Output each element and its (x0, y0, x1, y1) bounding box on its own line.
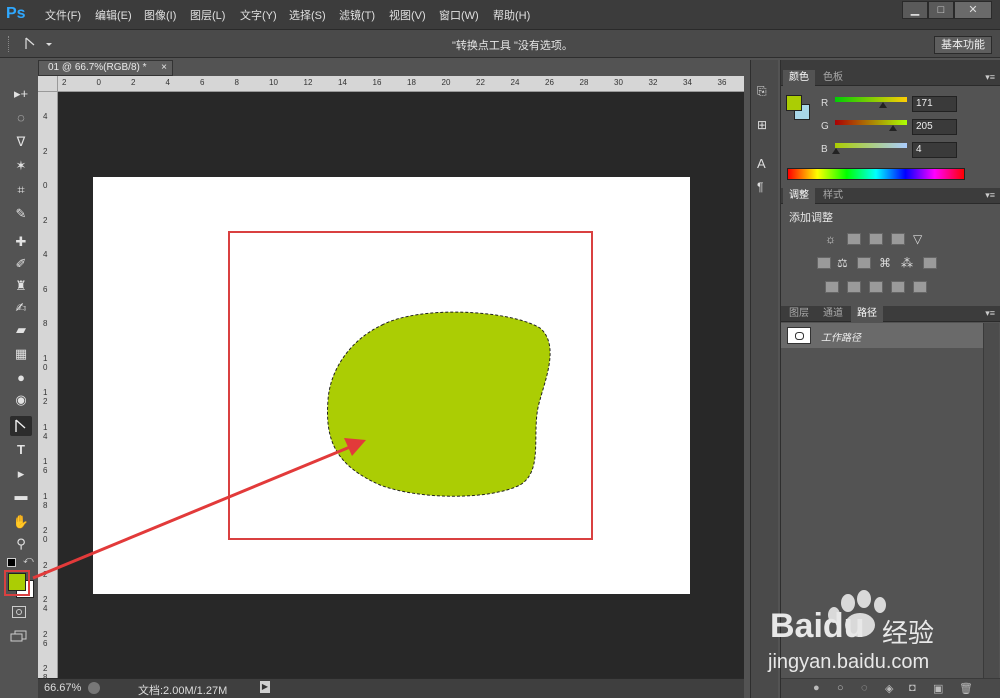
b-label: B (821, 144, 828, 155)
new-path-icon[interactable]: ▣ (933, 682, 943, 695)
tab-layers[interactable]: 图层 (783, 306, 815, 322)
b-slider[interactable] (832, 143, 907, 154)
zoom-level[interactable]: 66.67% (44, 682, 81, 694)
gradient-map-icon[interactable] (913, 281, 927, 293)
curves-icon[interactable] (869, 233, 883, 245)
document-size: 文档:2.00M/1.27M (138, 685, 228, 697)
r-slider-thumb[interactable] (879, 102, 888, 108)
g-slider-thumb[interactable] (888, 125, 897, 131)
tab-channels[interactable]: 通道 (817, 306, 849, 322)
levels-icon[interactable] (847, 233, 861, 245)
adjust-panel-tabs: 调整 样式 ▾≡ (781, 188, 1000, 204)
posterize-icon[interactable] (847, 281, 861, 293)
color-balance-icon[interactable]: ⚖ (837, 257, 851, 269)
layers-panel-tabs: 图层 通道 路径 ▾≡ (781, 306, 1000, 322)
tab-paths[interactable]: 路径 (851, 306, 883, 322)
add-mask-icon[interactable]: ◘ (909, 682, 916, 694)
b-slider-thumb[interactable] (832, 148, 841, 154)
adjust-panel-title: 添加调整 (789, 212, 833, 224)
g-label: G (821, 121, 829, 132)
panels-header (781, 60, 1000, 70)
delete-path-icon[interactable]: 🗑 (959, 682, 973, 695)
g-value[interactable]: 205 (912, 119, 957, 135)
status-icon (88, 682, 100, 694)
color-spectrum[interactable] (787, 168, 965, 180)
foreground-color-swatch-panel[interactable] (786, 95, 802, 111)
green-shape (327, 311, 551, 497)
selective-color-icon[interactable] (891, 281, 905, 293)
tab-swatches[interactable]: 色板 (817, 70, 849, 86)
path-name: 工作路径 (821, 333, 861, 344)
brightness-icon[interactable]: ☼ (825, 233, 839, 245)
color-panel-tabs: 颜色 色板 ▾≡ (781, 70, 1000, 86)
stroke-path-icon[interactable]: ○ (837, 682, 844, 694)
annotation-arrow (32, 445, 351, 580)
b-value[interactable]: 4 (912, 142, 957, 158)
r-label: R (821, 98, 829, 109)
character-panel-icon[interactable]: A (757, 156, 766, 171)
paths-panel-footer: ● ○ ◌ ◈ ◘ ▣ 🗑 (781, 678, 1000, 698)
threshold-icon[interactable] (869, 281, 883, 293)
watermark-brand: Baidu (770, 607, 865, 645)
invert-icon[interactable] (825, 281, 839, 293)
r-slider[interactable] (835, 97, 907, 108)
load-selection-icon[interactable]: ◌ (861, 682, 868, 694)
tab-color[interactable]: 颜色 (783, 70, 815, 86)
exposure-icon[interactable] (891, 233, 905, 245)
tab-adjustments[interactable]: 调整 (783, 188, 815, 204)
actions-panel-icon[interactable]: ⊞ (757, 118, 767, 132)
panel-menu-icon[interactable]: ▾≡ (985, 72, 995, 83)
history-panel-icon[interactable]: ⎘ (757, 84, 767, 99)
fill-path-icon[interactable]: ● (813, 682, 820, 694)
panel-menu-icon[interactable]: ▾≡ (985, 190, 995, 201)
black-white-icon[interactable] (857, 257, 871, 269)
photo-filter-icon[interactable]: ⌘ (879, 257, 893, 269)
color-lookup-icon[interactable] (923, 257, 937, 269)
path-row[interactable]: 工作路径 (781, 323, 983, 348)
status-menu-icon[interactable]: ▶ (260, 681, 270, 693)
channel-mixer-icon[interactable]: ⁂ (901, 257, 915, 269)
vibrance-icon[interactable]: ▽ (913, 233, 927, 245)
r-value[interactable]: 171 (912, 96, 957, 112)
watermark-cn: 经验 (882, 618, 935, 648)
make-work-path-icon[interactable]: ◈ (885, 682, 893, 695)
g-slider[interactable] (835, 120, 907, 131)
tab-styles[interactable]: 样式 (817, 188, 849, 204)
panel-menu-icon[interactable]: ▾≡ (985, 308, 995, 319)
paragraph-panel-icon[interactable]: ¶ (757, 180, 763, 194)
watermark: Baidu 经验 jingyan.baidu.com (760, 585, 990, 680)
hue-saturation-icon[interactable] (817, 257, 831, 269)
watermark-url: jingyan.baidu.com (768, 651, 930, 673)
path-thumbnail (787, 327, 811, 344)
status-bar: 66.67% 文档:2.00M/1.27M ▶ (38, 678, 744, 698)
